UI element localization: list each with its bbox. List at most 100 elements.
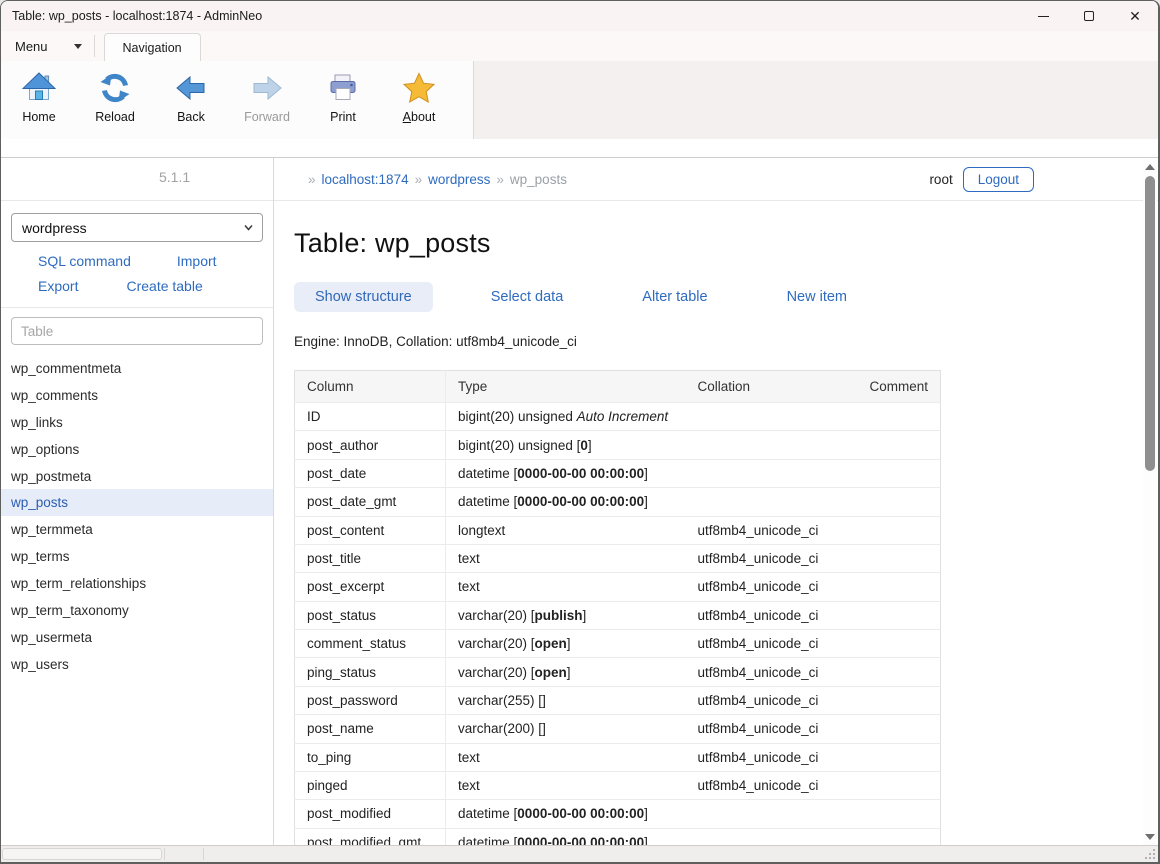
cell-type: bigint(20) unsigned [0]	[446, 431, 686, 459]
tab-navigation[interactable]: Navigation	[104, 33, 201, 61]
sidebar-item-wp_users[interactable]: wp_users	[1, 651, 273, 678]
cell-comment	[830, 403, 940, 431]
maximize-icon	[1084, 11, 1094, 21]
column-header-column: Column	[295, 371, 446, 403]
table-row: ping_statusvarchar(20) [open]utf8mb4_uni…	[295, 658, 941, 686]
toolbar-button-label: Forward	[244, 110, 290, 124]
table-row: post_authorbigint(20) unsigned [0]	[295, 431, 941, 459]
cell-comment	[830, 488, 940, 516]
database-select[interactable]: wordpress	[11, 213, 263, 242]
arrow-down-icon	[1145, 834, 1155, 840]
column-header-comment: Comment	[830, 371, 940, 403]
scrollbar-thumb[interactable]	[1145, 176, 1155, 471]
window-title: Table: wp_posts - localhost:1874 - Admin…	[1, 9, 262, 23]
back-button[interactable]: Back	[153, 69, 229, 124]
sidebar-item-wp_posts[interactable]: wp_posts	[1, 489, 273, 516]
table-filter-input[interactable]	[11, 317, 263, 345]
back-icon	[172, 69, 210, 107]
reload-button[interactable]: Reload	[77, 69, 153, 124]
table-row: comment_statusvarchar(20) [open]utf8mb4_…	[295, 630, 941, 658]
structure-table-header: ColumnTypeCollationComment	[295, 371, 941, 403]
tab-show-structure[interactable]: Show structure	[294, 282, 433, 312]
tab-new-item[interactable]: New item	[766, 282, 868, 312]
sidebar-item-wp_terms[interactable]: wp_terms	[1, 543, 273, 570]
cell-collation: utf8mb4_unicode_ci	[686, 601, 831, 629]
sidebar-item-wp_term_taxonomy[interactable]: wp_term_taxonomy	[1, 597, 273, 624]
sidebar: 5.1.1 wordpress SQL command Import Expor…	[1, 158, 274, 848]
resize-grip-icon[interactable]	[1145, 849, 1155, 859]
sidebar-item-wp_term_relationships[interactable]: wp_term_relationships	[1, 570, 273, 597]
breadcrumb-wp-posts: wp_posts	[510, 172, 567, 187]
tab-select-data[interactable]: Select data	[470, 282, 585, 312]
cell-type: varchar(20) [open]	[446, 630, 686, 658]
menu-bar: Menu Navigation	[1, 31, 1158, 61]
chevron-down-icon	[74, 44, 82, 49]
cell-collation: utf8mb4_unicode_ci	[686, 658, 831, 686]
breadcrumb-wordpress[interactable]: wordpress	[428, 172, 490, 187]
table-row: post_excerpttext utf8mb4_unicode_ci	[295, 573, 941, 601]
table-row: post_modifieddatetime [0000-00-00 00:00:…	[295, 800, 941, 828]
home-button[interactable]: Home	[1, 69, 77, 124]
sql-command-link[interactable]: SQL command	[38, 253, 131, 269]
sidebar-item-wp_comments[interactable]: wp_comments	[1, 382, 273, 409]
cell-comment	[830, 516, 940, 544]
cell-collation: utf8mb4_unicode_ci	[686, 573, 831, 601]
spacer	[78, 278, 126, 294]
cell-comment	[830, 715, 940, 743]
chevron-down-icon	[244, 223, 253, 232]
logout-button[interactable]: Logout	[963, 167, 1034, 192]
minimize-icon	[1038, 16, 1049, 17]
table-row: post_contentlongtext utf8mb4_unicode_ci	[295, 516, 941, 544]
breadcrumb: »localhost:1874»wordpress»wp_posts	[308, 172, 567, 187]
print-button[interactable]: Print	[305, 69, 381, 124]
cell-collation	[686, 800, 831, 828]
menu-divider	[94, 35, 95, 57]
sidebar-item-wp_termmeta[interactable]: wp_termmeta	[1, 516, 273, 543]
tab-alter-table[interactable]: Alter table	[621, 282, 728, 312]
cell-collation: utf8mb4_unicode_ci	[686, 743, 831, 771]
cell-type: text	[446, 743, 686, 771]
menu-label: Menu	[15, 39, 48, 54]
about-button[interactable]: About	[381, 69, 457, 124]
minimize-button[interactable]	[1020, 1, 1066, 31]
import-link[interactable]: Import	[177, 253, 217, 269]
cell-column-name: post_name	[295, 715, 446, 743]
cell-column-name: post_excerpt	[295, 573, 446, 601]
export-link[interactable]: Export	[38, 278, 78, 294]
breadcrumb-row: »localhost:1874»wordpress»wp_posts root …	[274, 158, 1158, 201]
cell-collation	[686, 488, 831, 516]
scroll-down-button[interactable]	[1144, 831, 1156, 843]
forward-button[interactable]: Forward	[229, 69, 305, 124]
cell-comment	[830, 743, 940, 771]
cell-comment	[830, 686, 940, 714]
scroll-up-button[interactable]	[1144, 161, 1156, 173]
cell-type: text	[446, 573, 686, 601]
cell-collation	[686, 403, 831, 431]
create-table-link[interactable]: Create table	[126, 278, 202, 294]
app-version: 5.1.1	[159, 169, 190, 185]
sidebar-item-wp_commentmeta[interactable]: wp_commentmeta	[1, 355, 273, 382]
cell-type: datetime [0000-00-00 00:00:00]	[446, 459, 686, 487]
table-row: post_passwordvarchar(255) []utf8mb4_unic…	[295, 686, 941, 714]
sidebar-links: SQL command Import Export Create table	[1, 242, 273, 308]
cell-column-name: post_content	[295, 516, 446, 544]
sidebar-item-wp_options[interactable]: wp_options	[1, 436, 273, 463]
cell-column-name: to_ping	[295, 743, 446, 771]
sidebar-item-wp_links[interactable]: wp_links	[1, 409, 273, 436]
cell-comment	[830, 573, 940, 601]
close-button[interactable]: ✕	[1112, 1, 1158, 31]
column-header-type: Type	[446, 371, 686, 403]
breadcrumb-separator: »	[415, 172, 423, 187]
cell-collation: utf8mb4_unicode_ci	[686, 686, 831, 714]
hscrollbar-thumb[interactable]	[2, 848, 162, 860]
maximize-button[interactable]	[1066, 1, 1112, 31]
cell-type: varchar(255) []	[446, 686, 686, 714]
menu-dropdown[interactable]: Menu	[1, 31, 94, 61]
breadcrumb-localhost-1874[interactable]: localhost:1874	[322, 172, 409, 187]
sidebar-item-wp_postmeta[interactable]: wp_postmeta	[1, 463, 273, 490]
cell-type: longtext	[446, 516, 686, 544]
structure-table: ColumnTypeCollationComment IDbigint(20) …	[294, 370, 941, 848]
sidebar-item-wp_usermeta[interactable]: wp_usermeta	[1, 624, 273, 651]
cell-collation: utf8mb4_unicode_ci	[686, 771, 831, 799]
table-row: post_statusvarchar(20) [publish]utf8mb4_…	[295, 601, 941, 629]
